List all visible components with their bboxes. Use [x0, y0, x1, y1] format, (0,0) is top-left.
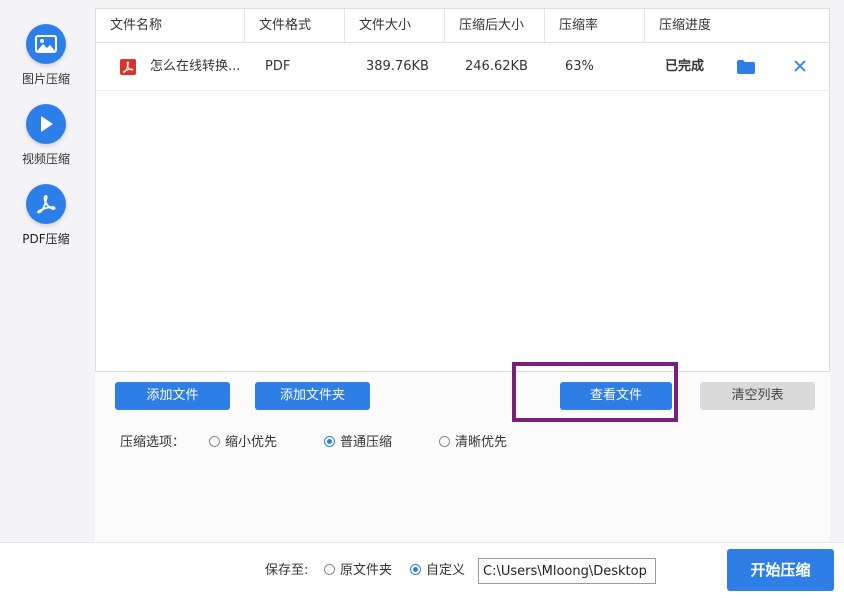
radio-button[interactable] — [410, 564, 421, 575]
sidebar-item-label: 视频压缩 — [21, 152, 70, 166]
file-format: PDF — [265, 59, 291, 74]
option-shrink-first[interactable]: 缩小优先 — [209, 433, 277, 453]
compressed-size: 246.62KB — [465, 59, 528, 74]
image-icon — [26, 24, 66, 64]
column-header: 压缩后大小 — [445, 9, 545, 43]
radio-button[interactable] — [324, 564, 335, 575]
pdf-file-icon — [120, 59, 136, 75]
column-header: 压缩进度 — [659, 18, 712, 33]
custom-folder-option[interactable]: 自定义 — [410, 561, 465, 581]
option-label: 清晰优先 — [455, 435, 508, 450]
original-folder-option[interactable]: 原文件夹 — [324, 561, 392, 581]
close-icon[interactable] — [794, 60, 806, 76]
sidebar-item-label: 图片压缩 — [21, 72, 70, 86]
radio-button[interactable] — [209, 436, 220, 447]
pdf-icon — [26, 184, 66, 224]
save-path-input[interactable] — [478, 558, 656, 584]
sidebar-item-label: PDF压缩 — [22, 232, 70, 246]
start-compress-button[interactable]: 开始压缩 — [727, 549, 834, 591]
option-label: 原文件夹 — [340, 563, 393, 578]
option-clarity-first[interactable]: 清晰优先 — [439, 433, 507, 453]
footer: 保存至: 原文件夹 自定义 — [0, 542, 844, 598]
column-header: 文件格式 — [245, 9, 345, 43]
option-label: 缩小优先 — [225, 435, 278, 450]
file-table: 文件名称 文件格式 文件大小 压缩后大小 压缩率 压缩进度 怎么在线转换... … — [95, 8, 830, 372]
sidebar-item-image-compress[interactable]: 图片压缩 — [0, 24, 92, 87]
radio-button[interactable] — [324, 436, 335, 447]
sidebar-item-video-compress[interactable]: 视频压缩 — [0, 104, 92, 167]
option-normal[interactable]: 普通压缩 — [324, 433, 392, 453]
column-header: 压缩率 — [545, 9, 645, 43]
clear-list-button[interactable]: 清空列表 — [700, 382, 815, 410]
table-header: 文件名称 文件格式 文件大小 压缩后大小 压缩率 压缩进度 — [96, 9, 829, 43]
play-icon — [26, 104, 66, 144]
compression-status: 已完成 — [665, 59, 705, 74]
file-name: 怎么在线转换... — [150, 59, 241, 74]
table-row[interactable]: 怎么在线转换... PDF 389.76KB 246.62KB 63% 已完成 — [96, 43, 829, 91]
add-folder-button[interactable]: 添加文件夹 — [255, 382, 370, 410]
highlight-box — [512, 362, 678, 422]
option-label: 普通压缩 — [340, 435, 393, 450]
column-header: 文件名称 — [96, 9, 245, 43]
add-file-button[interactable]: 添加文件 — [115, 382, 230, 410]
sidebar-item-pdf-compress[interactable]: PDF压缩 — [0, 184, 92, 247]
sidebar: 图片压缩 视频压缩 PDF压缩 — [0, 0, 95, 598]
radio-button[interactable] — [439, 436, 450, 447]
compression-ratio: 63% — [565, 59, 594, 74]
compression-options-label: 压缩选项： — [120, 435, 186, 450]
file-size: 389.76KB — [366, 59, 429, 74]
save-to-label: 保存至: — [265, 563, 309, 578]
option-label: 自定义 — [426, 563, 466, 578]
column-header: 文件大小 — [345, 9, 445, 43]
folder-icon[interactable] — [737, 60, 755, 78]
